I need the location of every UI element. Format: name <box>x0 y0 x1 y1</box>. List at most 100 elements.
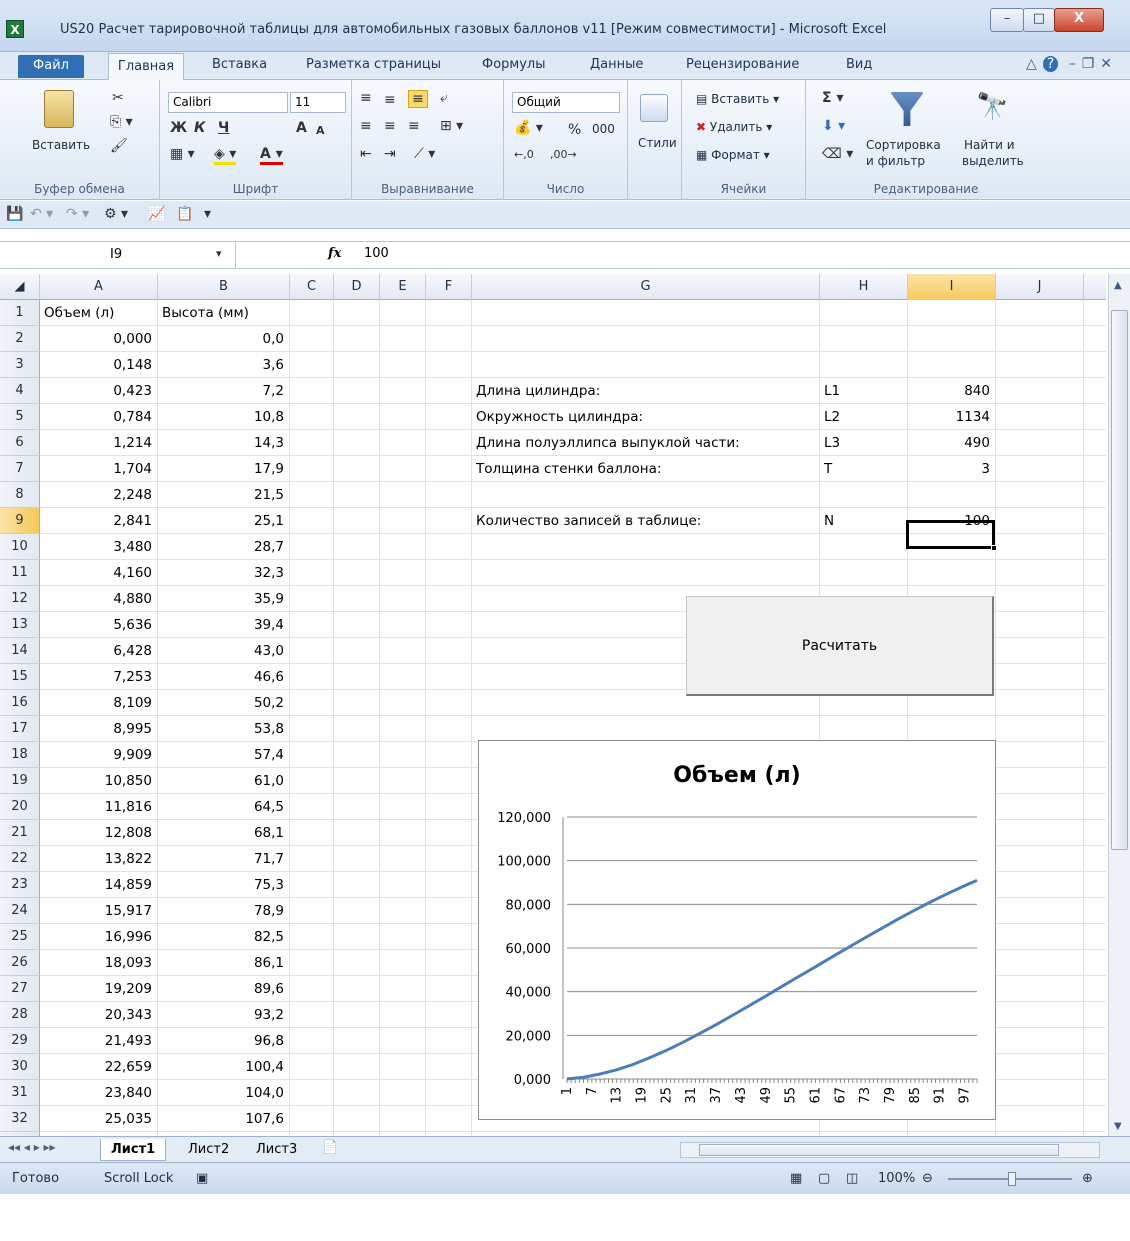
cell-volume[interactable]: 25,035 <box>40 1106 158 1132</box>
increase-indent-icon[interactable]: ⇥ <box>384 146 396 162</box>
cell-height[interactable]: 21,5 <box>158 482 290 508</box>
zoom-out-icon[interactable]: ⊖ <box>922 1171 933 1186</box>
column-header-c[interactable]: C <box>290 274 334 300</box>
row-header[interactable]: 30 <box>0 1054 40 1080</box>
cell-height[interactable]: 14,3 <box>158 430 290 456</box>
cell-volume[interactable]: Объем (л) <box>40 300 158 326</box>
cell-height[interactable]: 71,7 <box>158 846 290 872</box>
currency-icon[interactable]: 💰 ▾ <box>514 120 543 136</box>
redo-icon[interactable]: ↷ ▾ <box>66 206 89 222</box>
sort-filter-icon[interactable] <box>890 92 924 126</box>
macro-record-icon[interactable]: ▣ <box>196 1171 208 1186</box>
cell-volume[interactable]: 11,816 <box>40 794 158 820</box>
scroll-down-icon[interactable]: ▼ <box>1114 1121 1122 1132</box>
row-header[interactable]: 12 <box>0 586 40 612</box>
cell-height[interactable]: 57,4 <box>158 742 290 768</box>
cell-height[interactable]: 10,8 <box>158 404 290 430</box>
cell-volume[interactable]: 6,428 <box>40 638 158 664</box>
row-header[interactable]: 15 <box>0 664 40 690</box>
tab-file[interactable]: Файл <box>18 55 84 78</box>
page-layout-view-icon[interactable]: ▢ <box>818 1171 830 1186</box>
cell-height[interactable]: 89,6 <box>158 976 290 1002</box>
cell-height[interactable]: Высота (мм) <box>158 300 290 326</box>
row-header[interactable]: 21 <box>0 820 40 846</box>
cell-volume[interactable]: 3,480 <box>40 534 158 560</box>
row-header[interactable]: 3 <box>0 352 40 378</box>
cell-height[interactable]: 43,0 <box>158 638 290 664</box>
workbook-minimize-icon[interactable]: – <box>1069 56 1082 72</box>
row-header[interactable]: 31 <box>0 1080 40 1106</box>
row-header[interactable]: 32 <box>0 1106 40 1132</box>
cell-volume[interactable]: 0,784 <box>40 404 158 430</box>
row-header[interactable]: 26 <box>0 950 40 976</box>
cut-icon[interactable]: ✂ <box>112 90 124 106</box>
cell-height[interactable]: 50,2 <box>158 690 290 716</box>
row-header[interactable]: 27 <box>0 976 40 1002</box>
tab-review[interactable]: Рецензирование <box>686 57 799 72</box>
find-select-line2[interactable]: выделить <box>962 154 1024 168</box>
copy-icon[interactable]: ⎘ ▾ <box>110 114 133 130</box>
param-value-l1[interactable]: 840 <box>908 378 996 404</box>
cell-height[interactable]: 78,9 <box>158 898 290 924</box>
cell-height[interactable]: 107,6 <box>158 1106 290 1132</box>
cell-height[interactable]: 96,8 <box>158 1028 290 1054</box>
param-value-t[interactable]: 3 <box>908 456 996 482</box>
row-header[interactable]: 29 <box>0 1028 40 1054</box>
insert-cells-button[interactable]: ▤ Вставить ▾ <box>696 92 779 106</box>
column-header-f[interactable]: F <box>426 274 472 300</box>
cell-volume[interactable]: 8,109 <box>40 690 158 716</box>
paste-icon[interactable] <box>44 90 74 128</box>
param-label-n[interactable]: Количество записей в таблице: <box>472 508 701 534</box>
row-header[interactable]: 17 <box>0 716 40 742</box>
format-cells-button[interactable]: ▦ Формат ▾ <box>696 148 770 162</box>
cell-volume[interactable]: 21,493 <box>40 1028 158 1054</box>
cell-height[interactable]: 61,0 <box>158 768 290 794</box>
cell-volume[interactable]: 2,248 <box>40 482 158 508</box>
row-header[interactable]: 10 <box>0 534 40 560</box>
align-middle-icon[interactable]: ≡ <box>384 92 396 108</box>
cell-volume[interactable]: 2,841 <box>40 508 158 534</box>
sheet-tab-2[interactable]: Лист2 <box>178 1139 239 1161</box>
cell-height[interactable]: 86,1 <box>158 950 290 976</box>
cell-height[interactable]: 75,3 <box>158 872 290 898</box>
vertical-scrollbar[interactable]: ▲ ▼ <box>1108 274 1130 1136</box>
excel-app-icon[interactable]: X <box>6 20 24 38</box>
param-code-l1[interactable]: L1 <box>820 378 840 404</box>
param-label-l3[interactable]: Длина полуэллипса выпуклой части: <box>472 430 740 456</box>
cell-height[interactable]: 17,9 <box>158 456 290 482</box>
cell-volume[interactable]: 4,160 <box>40 560 158 586</box>
column-header-e[interactable]: E <box>380 274 426 300</box>
borders-icon[interactable]: ▦ ▾ <box>170 146 195 162</box>
customize-qat-icon[interactable]: ▾ <box>204 206 211 222</box>
cell-height[interactable]: 100,4 <box>158 1054 290 1080</box>
cell-height[interactable]: 28,7 <box>158 534 290 560</box>
cell-height[interactable]: 93,2 <box>158 1002 290 1028</box>
cell-volume[interactable]: 12,808 <box>40 820 158 846</box>
param-code-l2[interactable]: L2 <box>820 404 840 430</box>
cell-height[interactable]: 53,8 <box>158 716 290 742</box>
param-label-l1[interactable]: Длина цилиндра: <box>472 378 600 404</box>
workbook-restore-icon[interactable]: ❐ <box>1082 56 1101 72</box>
cell-height[interactable]: 68,1 <box>158 820 290 846</box>
find-select-icon[interactable]: 🔭 <box>976 92 1008 122</box>
cell-volume[interactable]: 19,209 <box>40 976 158 1002</box>
param-code-n[interactable]: N <box>820 508 834 534</box>
sheet-nav-icons[interactable]: ◂◂ ◂ ▸ ▸▸ <box>8 1140 56 1154</box>
row-header[interactable]: 24 <box>0 898 40 924</box>
calculate-button[interactable]: Расчитать <box>686 596 994 696</box>
number-format-select[interactable]: Общий <box>512 92 620 113</box>
cell-volume[interactable]: 15,917 <box>40 898 158 924</box>
select-all-corner[interactable]: ◢ <box>0 274 40 300</box>
delete-cells-button[interactable]: ✖ Удалить ▾ <box>696 120 772 134</box>
clear-icon[interactable]: ⌫ ▾ <box>822 146 853 162</box>
cell-volume[interactable]: 14,859 <box>40 872 158 898</box>
cell-volume[interactable]: 18,093 <box>40 950 158 976</box>
fill-handle[interactable] <box>991 545 997 551</box>
row-header[interactable]: 5 <box>0 404 40 430</box>
row-header[interactable]: 6 <box>0 430 40 456</box>
zoom-in-icon[interactable]: ⊕ <box>1082 1171 1093 1186</box>
cell-height[interactable]: 3,6 <box>158 352 290 378</box>
cell-volume[interactable]: 0,423 <box>40 378 158 404</box>
undo-icon[interactable]: ↶ ▾ <box>30 206 53 222</box>
sort-filter-line2[interactable]: и фильтр <box>866 154 925 168</box>
